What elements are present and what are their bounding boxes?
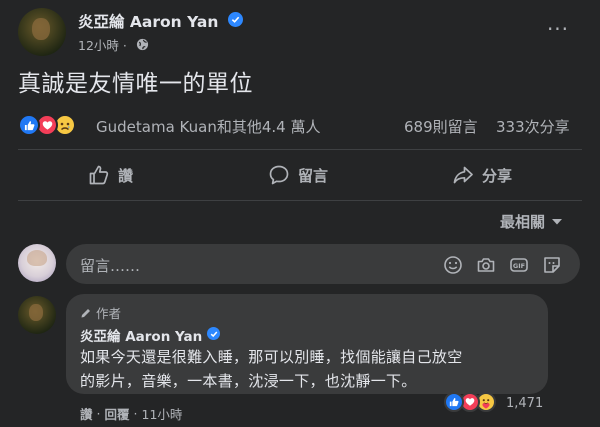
comment-like-link[interactable]: 讚 (80, 404, 93, 423)
more-options-button[interactable]: ··· (540, 14, 576, 44)
comment-actions: 讚 · 回覆 · 11小時 (80, 404, 182, 423)
share-button[interactable]: 分享 (452, 158, 512, 192)
divider (18, 200, 582, 201)
comment-time[interactable]: 11小時 (142, 404, 183, 423)
reaction-icons[interactable] (18, 114, 88, 136)
user-avatar[interactable] (18, 244, 56, 282)
like-button[interactable]: 讚 (88, 158, 133, 192)
comment-button[interactable]: 留言 (268, 158, 328, 192)
post-time[interactable]: 12小時 · (78, 35, 127, 54)
emoji-icon[interactable] (442, 254, 464, 276)
globe-icon (136, 36, 149, 51)
sticker-icon[interactable] (541, 254, 563, 276)
sort-dropdown[interactable]: 最相關 (500, 211, 563, 232)
comment-bubble-icon (269, 165, 289, 185)
author-name[interactable]: 炎亞綸 Aaron Yan (78, 10, 218, 32)
like-label: 讚 (118, 166, 134, 185)
share-count[interactable]: 333次分享 (496, 116, 570, 137)
comment-reaction-icons[interactable] (444, 392, 504, 414)
comment-reaction-count[interactable]: 1,471 (506, 396, 543, 411)
verified-badge-icon (207, 327, 220, 340)
comment-author-avatar[interactable] (18, 296, 56, 334)
author-badge: 作者 (80, 303, 121, 322)
reaction-summary[interactable]: Gudetama Kuan和其他4.4 萬人 (96, 116, 320, 137)
post-text: 真誠是友情唯一的單位 (18, 71, 253, 97)
like-icon (444, 392, 464, 412)
thumbs-up-icon (89, 165, 109, 185)
share-arrow-icon (453, 166, 473, 184)
comment-text-line: 的影片，音樂，一本書，沈浸一下，也沈靜一下。 (80, 372, 417, 390)
pencil-icon (81, 308, 90, 317)
like-icon (18, 114, 40, 136)
separator: · (96, 406, 101, 421)
comment-text-line: 如果今天還是很難入睡，那可以別睡，找個能讓自己放空 (80, 348, 463, 366)
svg-text:GIF: GIF (513, 262, 525, 270)
divider (18, 149, 582, 150)
comment-author-name[interactable]: 炎亞綸 Aaron Yan (80, 325, 202, 345)
comment-input[interactable] (66, 244, 580, 284)
comment-label: 留言 (298, 166, 329, 185)
author-badge-label: 作者 (96, 306, 122, 321)
comment-count[interactable]: 689則留言 (404, 116, 478, 137)
gif-icon[interactable]: GIF (508, 254, 530, 276)
camera-icon[interactable] (475, 254, 497, 276)
comment-placeholder: 留言…… (80, 257, 141, 275)
caret-down-icon (552, 218, 563, 224)
share-label: 分享 (482, 166, 513, 185)
sort-label: 最相關 (500, 213, 546, 231)
comment-reply-link[interactable]: 回覆 (105, 404, 130, 423)
separator: · (133, 406, 138, 421)
verified-badge-icon (228, 12, 243, 27)
author-avatar[interactable] (18, 8, 66, 56)
